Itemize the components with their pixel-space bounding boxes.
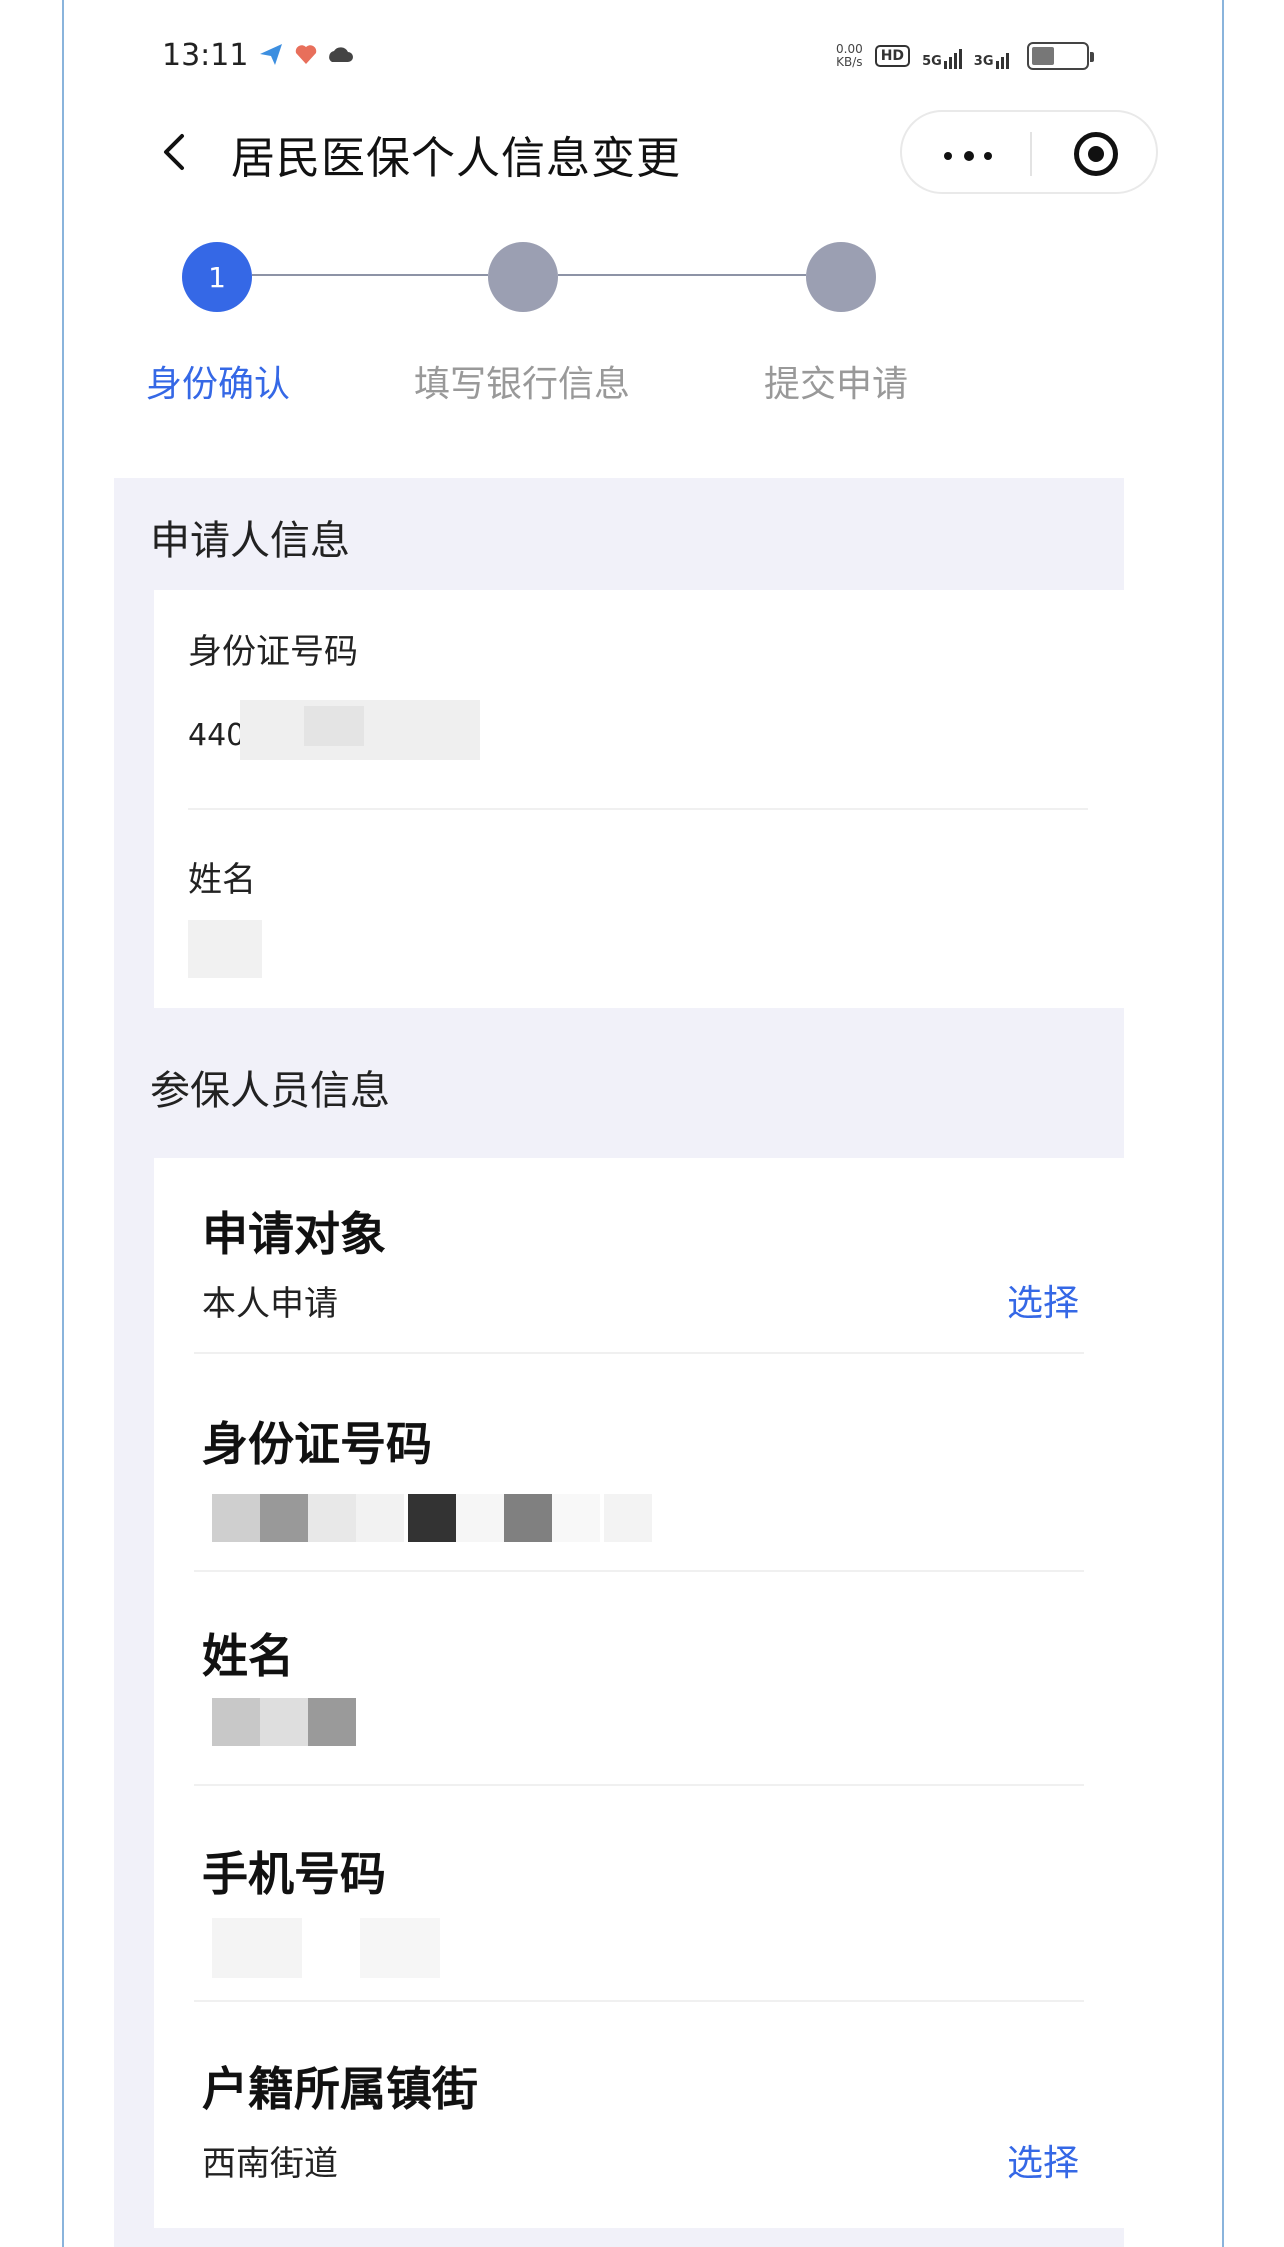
- step-1-dot: 1: [182, 242, 252, 312]
- insured-divider-2: [194, 1570, 1084, 1572]
- insured-phone-label: 手机号码: [202, 1847, 386, 1901]
- back-arrow-icon[interactable]: [156, 132, 196, 172]
- heart-icon: [295, 45, 317, 64]
- street-label: 户籍所属镇街: [202, 2062, 478, 2116]
- applicant-section-title: 申请人信息: [150, 518, 350, 564]
- network-speed: 0.00 KB/s: [836, 43, 863, 69]
- redacted-pixel: [260, 1494, 308, 1542]
- redacted-pixel: [356, 1494, 404, 1542]
- signal-5g-label: 5G: [922, 54, 942, 69]
- capsule-divider: [1030, 132, 1032, 176]
- street-value: 西南街道: [202, 2144, 338, 2184]
- step-1-label: 身份确认: [146, 364, 291, 405]
- step-2-label: 填写银行信息: [414, 364, 631, 405]
- applicant-card: 身份证号码 440 姓名: [154, 590, 1124, 1008]
- redacted-pixel: [260, 1698, 308, 1746]
- close-mini-program-icon[interactable]: [1074, 132, 1118, 176]
- insured-card: 申请对象 本人申请 选择 身份证号码 姓名 手机号码 户籍所属镇街 西南街道 选…: [154, 1158, 1124, 2228]
- mini-program-capsule: [900, 110, 1158, 194]
- step-connector-2: [558, 274, 806, 276]
- applicant-target-label: 申请对象: [202, 1207, 386, 1261]
- status-time: 13:11: [162, 38, 249, 73]
- step-3-dot: [806, 242, 876, 312]
- insured-section-title: 参保人员信息: [150, 1068, 390, 1114]
- hd-badge: HD: [874, 45, 911, 67]
- step-3-label: 提交申请: [764, 364, 909, 405]
- applicant-target-select-button[interactable]: 选择: [1007, 1274, 1079, 1326]
- send-icon: [260, 44, 282, 65]
- page-title: 居民医保个人信息变更: [231, 133, 681, 184]
- redacted-applicant-name: [188, 920, 262, 978]
- frame-border-right: [1222, 0, 1224, 2247]
- redacted-pixel: [604, 1494, 652, 1542]
- street-select-button[interactable]: 选择: [1007, 2134, 1079, 2186]
- applicant-divider: [188, 808, 1088, 810]
- screenshot-stage: 13:11 0.00 KB/s HD 5G 3G 居民医保个人信息变更 1 身份…: [0, 0, 1284, 2247]
- network-speed-unit: KB/s: [836, 55, 863, 69]
- redacted-pixel: [408, 1494, 456, 1542]
- redacted-pixel: [308, 1494, 356, 1542]
- redacted-pixel: [308, 1698, 356, 1746]
- form-content: 申请人信息 身份证号码 440 姓名 参保人员信息 申请对象 本人申请 选择 身…: [114, 478, 1124, 2247]
- more-options-icon[interactable]: [940, 136, 996, 172]
- phone-screen: 13:11 0.00 KB/s HD 5G 3G 居民医保个人信息变更 1 身份…: [64, 0, 1222, 2247]
- progress-stepper: 1 身份确认 填写银行信息 提交申请: [64, 240, 1222, 430]
- nav-bar: 居民医保个人信息变更: [64, 108, 1222, 198]
- status-bar: 13:11 0.00 KB/s HD 5G 3G: [64, 30, 1222, 90]
- status-right-icons: 0.00 KB/s HD 5G 3G: [836, 38, 1094, 74]
- signal-3g-label: 3G: [973, 54, 994, 69]
- insured-divider-4: [194, 2000, 1084, 2002]
- insured-name-label: 姓名: [202, 1629, 294, 1683]
- redacted-pixel: [212, 1698, 260, 1746]
- cloud-icon: [329, 47, 353, 62]
- applicant-id-value: 440: [188, 718, 246, 753]
- insured-divider-3: [194, 1784, 1084, 1786]
- redacted-applicant-id-block: [304, 706, 364, 746]
- redacted-pixel: [552, 1494, 600, 1542]
- applicant-id-label: 身份证号码: [188, 632, 358, 672]
- step-connector-1: [252, 274, 488, 276]
- signal-3g-icon: 3G: [974, 43, 1009, 69]
- insured-divider-1: [194, 1352, 1084, 1354]
- redacted-pixel: [504, 1494, 552, 1542]
- redacted-pixel: [456, 1494, 504, 1542]
- applicant-name-label: 姓名: [188, 860, 256, 900]
- redacted-phone: [360, 1918, 440, 1978]
- step-2-dot: [488, 242, 558, 312]
- redacted-pixel: [212, 1494, 260, 1542]
- signal-5g-icon: 5G: [922, 43, 962, 69]
- battery-icon: [1026, 42, 1094, 70]
- insured-id-label: 身份证号码: [202, 1417, 432, 1471]
- redacted-phone: [212, 1918, 302, 1978]
- applicant-target-value: 本人申请: [202, 1284, 338, 1324]
